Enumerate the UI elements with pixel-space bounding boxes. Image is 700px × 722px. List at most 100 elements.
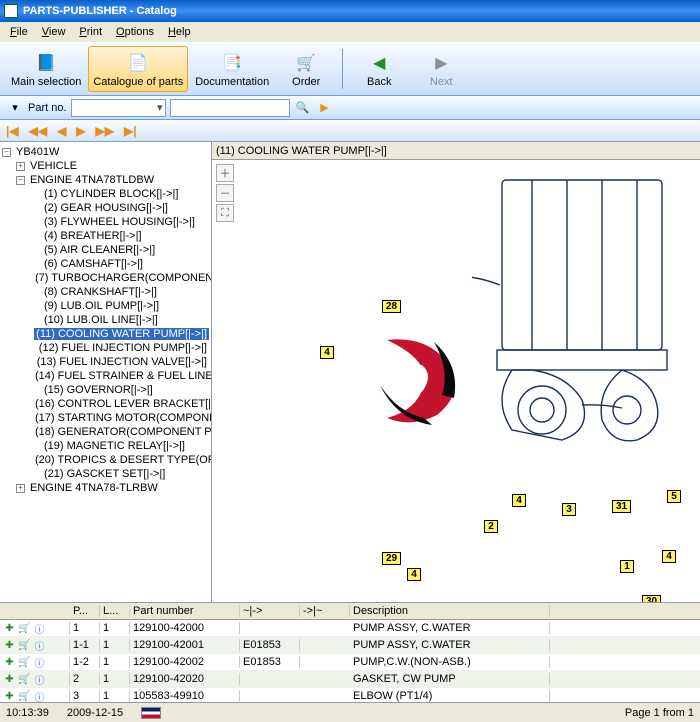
callout[interactable]: 29	[382, 552, 401, 565]
info-icon[interactable]: ⓘ	[33, 690, 46, 703]
tree-item[interactable]: (14) FUEL STRAINER & FUEL LINE[|->|]	[2, 369, 209, 383]
flag-icon[interactable]	[141, 707, 161, 719]
tree-item[interactable]: (18) GENERATOR(COMPONENT PARTS)[|->|]	[2, 425, 209, 439]
cart-icon: 🛒	[294, 51, 318, 75]
callout[interactable]: 4	[320, 346, 334, 359]
callout[interactable]: 31	[612, 500, 631, 513]
callout[interactable]: 5	[667, 490, 681, 503]
status-date: 2009-12-15	[67, 707, 123, 719]
menu-options[interactable]: Options	[110, 24, 160, 40]
cart-icon[interactable]: 🛒	[18, 690, 31, 703]
doc-icon: 📑	[220, 51, 244, 75]
tree-item[interactable]: (16) CONTROL LEVER BRACKET[|->|]	[2, 397, 209, 411]
add-icon[interactable]: ✚	[3, 622, 16, 635]
menu-help[interactable]: Help	[162, 24, 197, 40]
search-icon[interactable]: 🔍	[294, 99, 312, 117]
btn-documentation[interactable]: 📑Documentation	[190, 46, 274, 92]
btn-order[interactable]: 🛒Order	[276, 46, 336, 92]
nav-next-fast-icon[interactable]: ▶▶	[96, 124, 114, 138]
tree-item[interactable]: (15) GOVERNOR[|->|]	[2, 383, 209, 397]
tree-item[interactable]: (5) AIR CLEANER[|->|]	[2, 243, 209, 257]
tree-item[interactable]: (6) CAMSHAFT[|->|]	[2, 257, 209, 271]
cart-icon[interactable]: 🛒	[18, 656, 31, 669]
callout[interactable]: 4	[407, 568, 421, 581]
tree-item[interactable]: (20) TROPICS & DESERT TYPE(OPTIONAL)[|-	[2, 453, 209, 467]
cart-icon[interactable]: 🛒	[18, 639, 31, 652]
nav-next-icon[interactable]: ▶	[76, 124, 85, 138]
btn-catalogue[interactable]: 📄Catalogue of parts	[88, 46, 188, 92]
partno-input[interactable]	[170, 99, 290, 117]
tree-item[interactable]: −YB401W	[2, 145, 209, 159]
nav-last-icon[interactable]: ▶|	[124, 124, 137, 138]
nav-prev-fast-icon[interactable]: ◀◀	[29, 124, 47, 138]
tree-item[interactable]: (8) CRANKSHAFT[|->|]	[2, 285, 209, 299]
partno-select[interactable]	[71, 99, 166, 117]
add-icon[interactable]: ✚	[3, 673, 16, 686]
dropdown-icon[interactable]: ▾	[6, 99, 24, 117]
nav-first-icon[interactable]: |◀	[6, 124, 19, 138]
tree-item[interactable]: (17) STARTING MOTOR(COMPONENT PARTS[	[2, 411, 209, 425]
tree-item[interactable]: (7) TURBOCHARGER(COMPONENT PARTS)[|-	[2, 271, 209, 285]
zoom-fit-icon[interactable]: ⛶	[216, 204, 234, 222]
diagram-tools: ＋ － ⛶	[216, 164, 234, 222]
status-bar: 10:13:39 2009-12-15 Page 1 from 1	[0, 702, 700, 722]
table-row[interactable]: ✚🛒ⓘ1-11129100-42001E01853PUMP ASSY, C.WA…	[0, 637, 700, 654]
callout[interactable]: 30	[642, 595, 661, 602]
callout[interactable]: 3	[562, 503, 576, 516]
tree-item[interactable]: (19) MAGNETIC RELAY[|->|]	[2, 439, 209, 453]
btn-back[interactable]: ◀Back	[349, 46, 409, 92]
callout[interactable]: 28	[382, 300, 401, 313]
tree-item[interactable]: (21) GASCKET SET[|->|]	[2, 467, 209, 481]
zoom-in-icon[interactable]: ＋	[216, 164, 234, 182]
btn-main-selection[interactable]: 📘Main selection	[6, 46, 86, 92]
menubar: File View Print Options Help	[0, 22, 700, 42]
titlebar: PARTS-PUBLISHER - Catalog	[0, 0, 700, 22]
status-time: 10:13:39	[6, 707, 49, 719]
next-icon: ▶	[429, 51, 453, 75]
navbar: |◀ ◀◀ ◀ ▶ ▶▶ ▶|	[0, 120, 700, 142]
info-icon[interactable]: ⓘ	[33, 639, 46, 652]
cart-icon[interactable]: 🛒	[18, 622, 31, 635]
status-page: Page 1 from 1	[625, 707, 694, 719]
tree-item[interactable]: +VEHICLE	[2, 159, 209, 173]
tree-item[interactable]: (3) FLYWHEEL HOUSING[|->|]	[2, 215, 209, 229]
watermark-logo	[362, 330, 482, 430]
tree-panel[interactable]: −YB401W+VEHICLE−ENGINE 4TNA78TLDBW(1) CY…	[0, 142, 212, 602]
menu-print[interactable]: Print	[73, 24, 108, 40]
parts-grid[interactable]: P... L... Part number ~|-> ->|~ Descript…	[0, 602, 700, 702]
menu-view[interactable]: View	[36, 24, 72, 40]
table-row[interactable]: ✚🛒ⓘ21129100-42020GASKET, CW PUMP	[0, 671, 700, 688]
nav-prev-icon[interactable]: ◀	[57, 124, 66, 138]
tree-item[interactable]: +ENGINE 4TNA78-TLRBW	[2, 481, 209, 495]
tree-item[interactable]: (9) LUB.OIL PUMP[|->|]	[2, 299, 209, 313]
tree-item[interactable]: −ENGINE 4TNA78TLDBW	[2, 173, 209, 187]
tree-item[interactable]: (10) LUB.OIL LINE[|->|]	[2, 313, 209, 327]
zoom-out-icon[interactable]: －	[216, 184, 234, 202]
app-icon	[4, 4, 18, 18]
menu-file[interactable]: File	[4, 24, 34, 40]
go-icon[interactable]: ▶	[316, 99, 334, 117]
tree-item[interactable]: (11) COOLING WATER PUMP[|->|]	[2, 327, 209, 341]
cart-icon[interactable]: 🛒	[18, 673, 31, 686]
add-icon[interactable]: ✚	[3, 656, 16, 669]
tree-item[interactable]: (2) GEAR HOUSING[|->|]	[2, 201, 209, 215]
diagram-viewport[interactable]: ＋ － ⛶	[212, 160, 700, 602]
callout[interactable]: 4	[662, 550, 676, 563]
toolbar: 📘Main selection 📄Catalogue of parts 📑Doc…	[0, 42, 700, 96]
tree-item[interactable]: (1) CYLINDER BLOCK[|->|]	[2, 187, 209, 201]
callout[interactable]: 1	[620, 560, 634, 573]
callout[interactable]: 2	[484, 520, 498, 533]
tree-item[interactable]: (4) BREATHER[|->|]	[2, 229, 209, 243]
info-icon[interactable]: ⓘ	[33, 622, 46, 635]
table-row[interactable]: ✚🛒ⓘ11129100-42000PUMP ASSY, C.WATER	[0, 620, 700, 637]
table-row[interactable]: ✚🛒ⓘ1-21129100-42002E01853PUMP,C.W.(NON-A…	[0, 654, 700, 671]
info-icon[interactable]: ⓘ	[33, 656, 46, 669]
tree-item[interactable]: (13) FUEL INJECTION VALVE[|->|]	[2, 355, 209, 369]
add-icon[interactable]: ✚	[3, 639, 16, 652]
callout[interactable]: 4	[512, 494, 526, 507]
tree-item[interactable]: (12) FUEL INJECTION PUMP[|->|]	[2, 341, 209, 355]
info-icon[interactable]: ⓘ	[33, 673, 46, 686]
separator	[342, 49, 343, 89]
diagram-header: (11) COOLING WATER PUMP[|->|]	[212, 142, 700, 160]
add-icon[interactable]: ✚	[3, 690, 16, 703]
